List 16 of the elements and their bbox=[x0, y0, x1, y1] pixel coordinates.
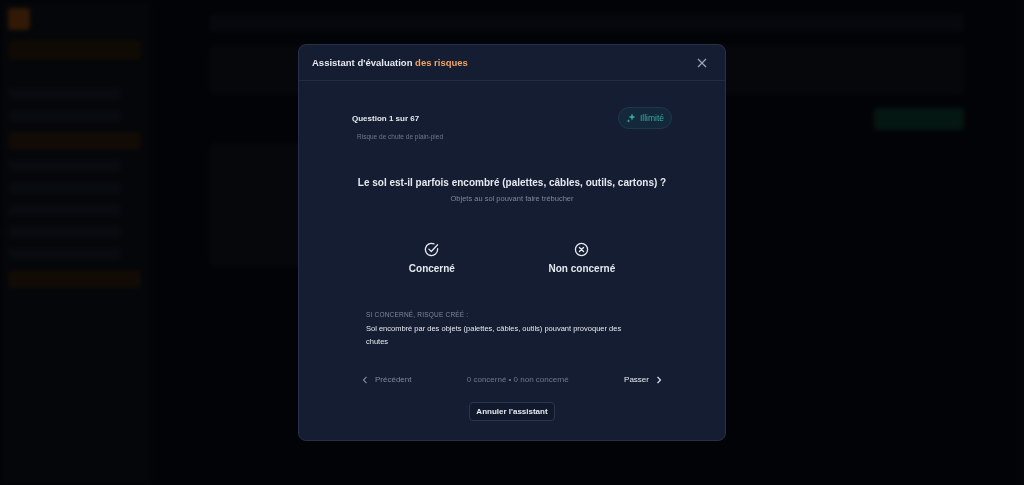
logo-block bbox=[8, 8, 30, 30]
answer-tally: 0 concerné • 0 non concerné bbox=[466, 375, 569, 384]
chevron-right-icon bbox=[656, 375, 662, 384]
question-counter: Question 1 sur 67 bbox=[352, 113, 420, 123]
skip-button[interactable]: Passer bbox=[624, 375, 662, 384]
close-icon bbox=[697, 57, 707, 68]
answer-option[interactable]: Concerné bbox=[399, 239, 464, 277]
dialog-title: Assistant d'évaluation des risques bbox=[312, 57, 468, 68]
sparkle-icon bbox=[625, 113, 636, 123]
chevron-left-icon bbox=[362, 375, 368, 384]
unlimited-badge: Illimité bbox=[617, 107, 672, 129]
x-circle-icon bbox=[574, 242, 590, 257]
cancel-button[interactable]: Annuler l'assistant bbox=[469, 402, 555, 421]
answer-option[interactable]: Non concerné bbox=[539, 239, 625, 277]
question-text: Le sol est-il parfois encombré (palettes, câbles, outils, cartons) ? bbox=[356, 177, 668, 188]
check-circle-icon bbox=[424, 242, 440, 257]
